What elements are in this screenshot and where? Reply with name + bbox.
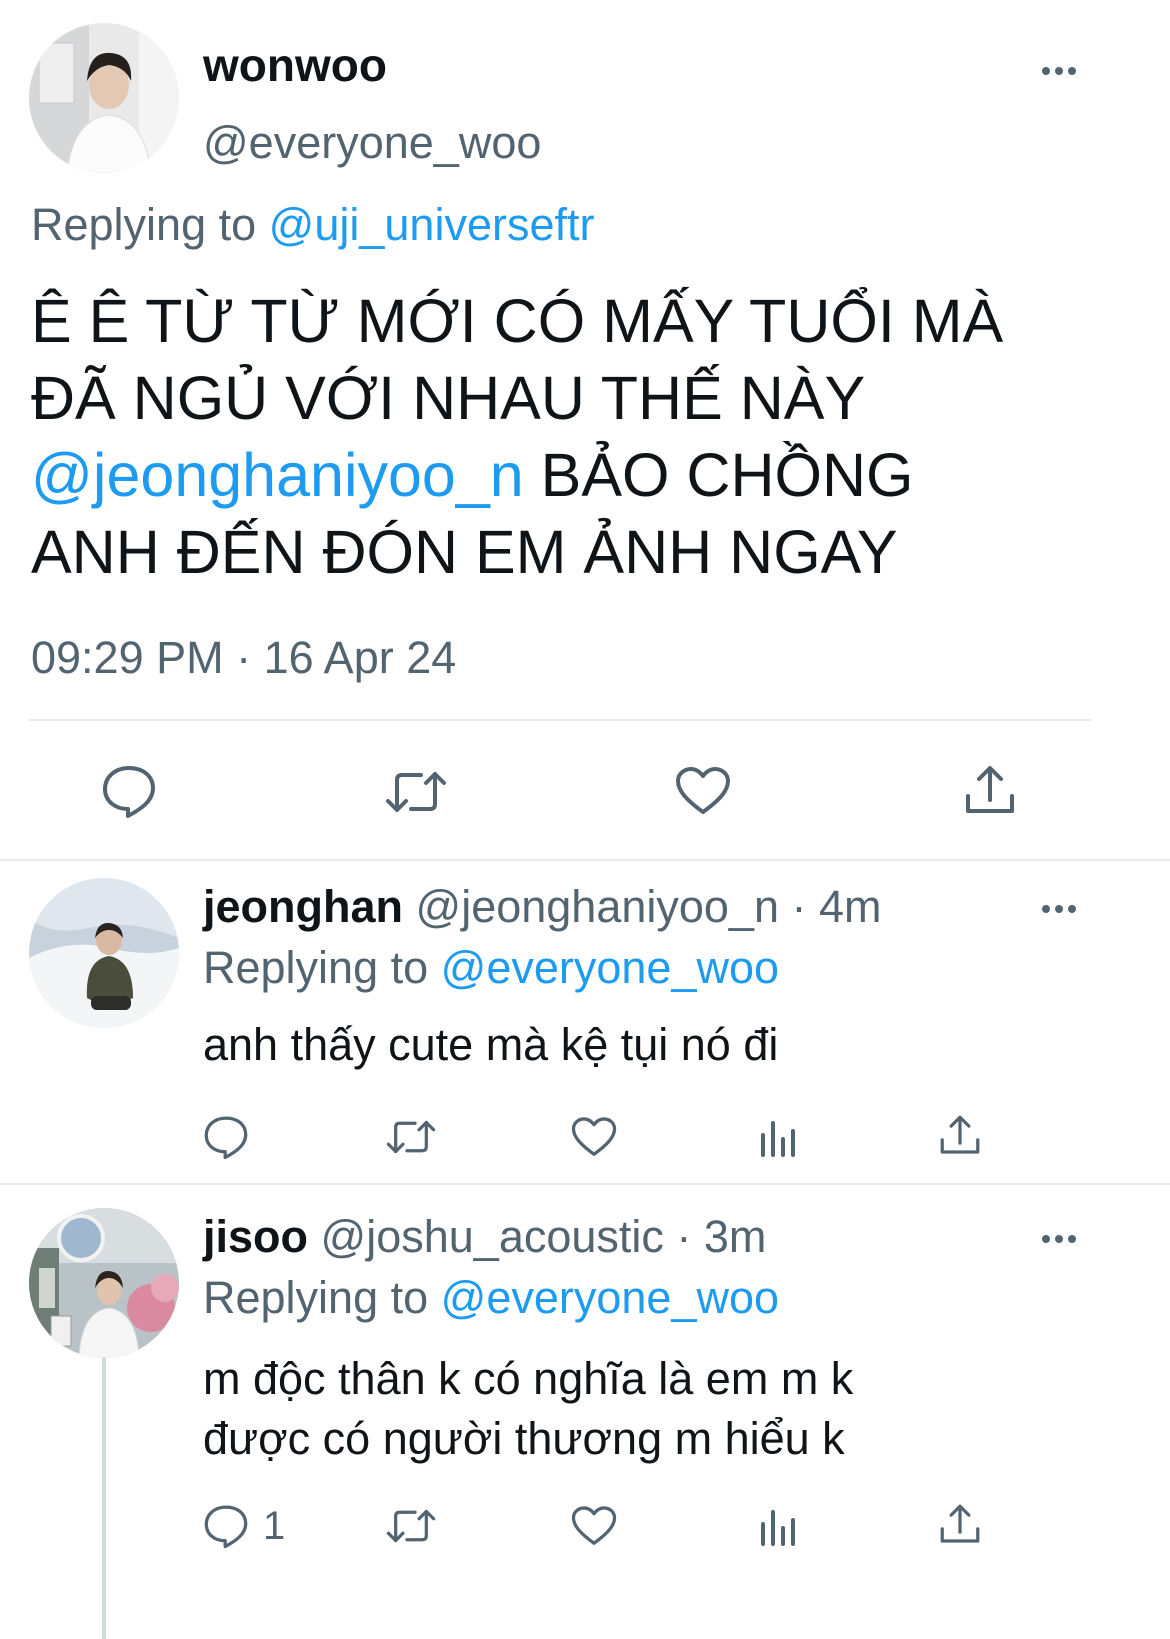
tweet-text-segment: BẢO CHỒNG	[523, 441, 914, 509]
reply-button[interactable]: 1	[203, 1503, 285, 1549]
like-icon	[571, 1117, 617, 1156]
avatar[interactable]	[29, 878, 179, 1028]
tweet-text-line: ANH ĐẾN ĐÓN EM ẢNH NGAY	[31, 518, 898, 586]
reply-button[interactable]	[203, 1114, 249, 1160]
share-button[interactable]	[938, 1114, 982, 1156]
thread-line	[102, 1358, 106, 1639]
tweet-text: Ê Ê TỪ TỪ MỚI CÓ MẤY TUỔI MÀ ĐÃ NGỦ VỚI …	[31, 283, 1003, 591]
replying-to: Replying to @uji_universeftr	[31, 198, 594, 252]
avatar[interactable]	[29, 1208, 179, 1358]
avatar[interactable]	[29, 23, 179, 173]
analytics-icon	[761, 1510, 795, 1546]
retweet-icon	[386, 772, 446, 812]
more-options-icon[interactable]	[1042, 904, 1076, 914]
more-options-icon[interactable]	[1042, 66, 1076, 76]
replying-to-handle[interactable]: @everyone_woo	[441, 942, 779, 993]
reply-header: jisoo @joshu_acoustic · 3m	[203, 1210, 766, 1264]
display-name[interactable]: wonwoo	[203, 38, 387, 92]
replying-to-label: Replying to	[203, 942, 429, 993]
retweet-button[interactable]	[386, 1119, 436, 1155]
replying-to-handle[interactable]: @everyone_woo	[441, 1272, 779, 1323]
like-button[interactable]	[675, 766, 731, 816]
reply-header: jeonghan @jeonghaniyoo_n · 4m	[203, 880, 882, 934]
retweet-icon	[386, 1509, 436, 1543]
share-icon	[940, 1504, 980, 1543]
timestamp[interactable]: 09:29 PM · 16 Apr 24	[31, 631, 456, 685]
replying-to: Replying to @everyone_woo	[203, 1271, 779, 1325]
replying-to-label: Replying to	[203, 1272, 429, 1323]
like-button[interactable]	[571, 1116, 617, 1158]
handle[interactable]: @jeonghaniyoo_n	[416, 881, 779, 932]
retweet-icon	[386, 1120, 436, 1154]
replying-to: Replying to @everyone_woo	[203, 941, 779, 995]
more-options-icon[interactable]	[1042, 1234, 1076, 1244]
tweet-text-line: được có người thương m hiểu k	[203, 1413, 845, 1464]
tweet-text: anh thấy cute mà kệ tụi nó đi	[203, 1019, 779, 1070]
reply-icon	[103, 766, 155, 818]
like-button[interactable]	[571, 1505, 617, 1547]
divider	[29, 719, 1091, 721]
handle[interactable]: @everyone_woo	[203, 116, 541, 170]
share-button[interactable]	[963, 764, 1017, 816]
display-name[interactable]: jeonghan	[203, 881, 403, 932]
reply-icon	[204, 1116, 248, 1160]
display-name[interactable]: jisoo	[203, 1211, 308, 1262]
reply-icon	[204, 1505, 248, 1549]
like-icon	[571, 1506, 617, 1545]
replying-to-handle[interactable]: @uji_universeftr	[269, 199, 595, 250]
reply-count: 1	[263, 1504, 286, 1548]
post-time[interactable]: · 4m	[792, 881, 882, 932]
mention-link[interactable]: @jeonghaniyoo_n	[31, 441, 524, 509]
retweet-button[interactable]	[386, 1508, 436, 1544]
analytics-button[interactable]	[759, 1506, 797, 1546]
tweet-text-line: m độc thân k có nghĩa là em m k	[203, 1353, 854, 1404]
analytics-icon	[761, 1121, 795, 1157]
retweet-button[interactable]	[385, 770, 447, 814]
divider	[0, 1183, 1170, 1185]
share-icon	[940, 1115, 980, 1154]
tweet-text-line: ĐÃ NGỦ VỚI NHAU THẾ NÀY	[31, 364, 866, 432]
like-icon	[676, 767, 730, 814]
divider	[0, 859, 1170, 861]
share-icon	[966, 766, 1014, 813]
tweet-text-line: @jeonghaniyoo_n BẢO CHỒNG	[31, 437, 1003, 514]
handle[interactable]: @joshu_acoustic	[321, 1211, 664, 1262]
tweet-text-line: Ê Ê TỪ TỪ MỚI CÓ MẤY TUỔI MÀ	[31, 287, 1004, 355]
reply-button[interactable]	[101, 764, 157, 818]
analytics-button[interactable]	[759, 1117, 797, 1157]
tweet-text: m độc thân k có nghĩa là em m k được có …	[203, 1349, 853, 1469]
post-time[interactable]: · 3m	[676, 1211, 766, 1262]
share-button[interactable]	[938, 1503, 982, 1545]
replying-to-label: Replying to	[31, 199, 257, 250]
